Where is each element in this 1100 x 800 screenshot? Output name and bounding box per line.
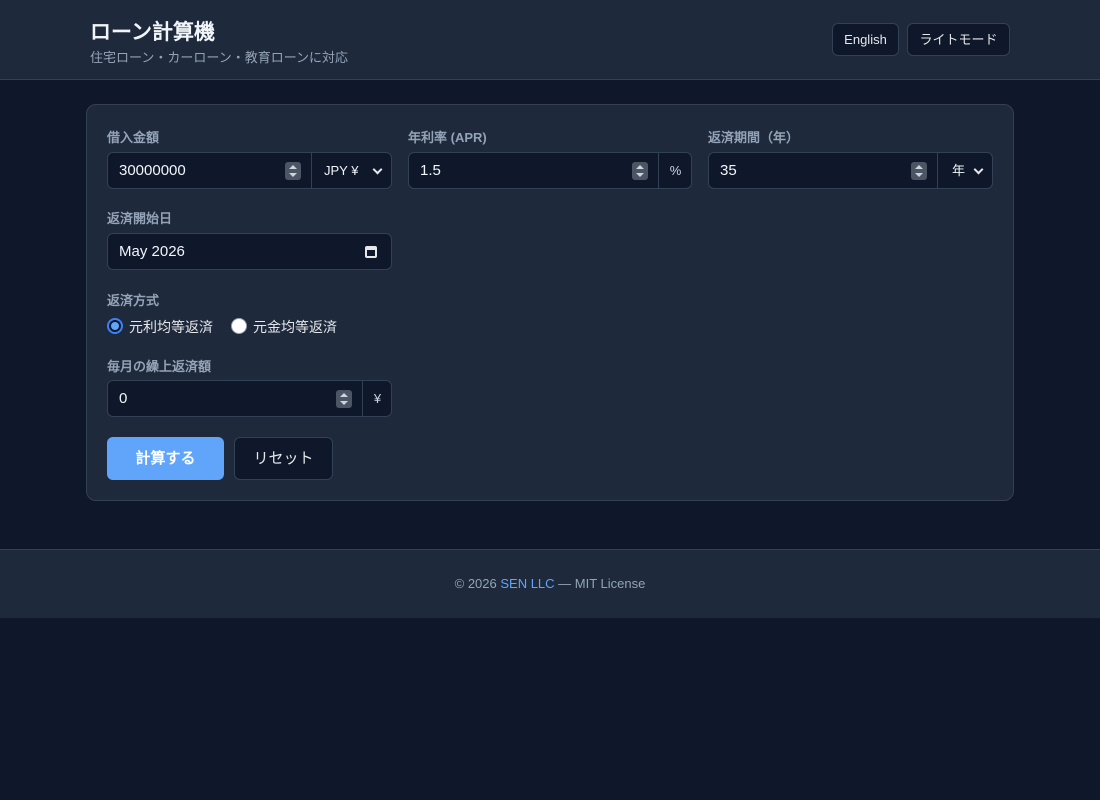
footer-copyright: © 2026 — [454, 576, 501, 591]
footer-company-link[interactable]: SEN LLC — [500, 576, 554, 591]
repayment-method-label: 返済方式 — [107, 293, 160, 308]
chevron-down-icon — [372, 164, 383, 175]
loan-term-input[interactable]: 35 — [720, 153, 737, 188]
start-date-label: 返済開始日 — [107, 211, 173, 226]
interest-rate-group: 1.5 % — [408, 152, 692, 189]
start-date-input[interactable]: May 2026 — [107, 233, 392, 270]
interest-rate-spinner[interactable] — [632, 162, 648, 180]
loan-amount-input[interactable]: 30000000 — [119, 153, 186, 188]
loan-amount-spinner[interactable] — [285, 162, 301, 180]
calculate-button[interactable]: 計算する — [107, 437, 224, 480]
radio-equal-installment[interactable] — [107, 318, 123, 334]
extra-payment-spinner[interactable] — [336, 390, 352, 408]
divider — [937, 153, 938, 188]
extra-payment-input[interactable]: 0 — [119, 381, 127, 416]
extra-payment-label: 毎月の繰上返済額 — [107, 359, 212, 374]
calendar-icon[interactable] — [365, 246, 377, 258]
loan-amount-label: 借入金額 — [107, 130, 160, 145]
calculator-form-card: 借入金額 30000000 JPY ¥ 年利率 (APR) 1.5 % 返済期間… — [86, 104, 1014, 501]
loan-term-spinner[interactable] — [911, 162, 927, 180]
radio-equal-principal-label[interactable]: 元金均等返済 — [253, 317, 337, 337]
radio-equal-installment-label[interactable]: 元利均等返済 — [129, 317, 213, 337]
interest-rate-input[interactable]: 1.5 — [420, 153, 441, 188]
divider — [311, 153, 312, 188]
term-unit-select[interactable]: 年 — [952, 153, 965, 188]
percent-suffix: % — [669, 163, 682, 178]
yen-suffix: ¥ — [373, 391, 382, 406]
app-footer: © 2026 SEN LLC — MIT License — [0, 549, 1100, 618]
language-toggle-button[interactable]: English — [832, 23, 899, 56]
currency-select[interactable]: JPY ¥ — [324, 153, 358, 188]
extra-payment-group: 0 ¥ — [107, 380, 392, 417]
app-subtitle: 住宅ローン・カーローン・教育ローンに対応 — [90, 50, 349, 65]
reset-button[interactable]: リセット — [234, 437, 333, 480]
radio-equal-principal[interactable] — [231, 318, 247, 334]
chevron-down-icon — [973, 164, 984, 175]
footer-license: — MIT License — [554, 576, 646, 591]
app-header: ローン計算機 住宅ローン・カーローン・教育ローンに対応 English ライトモ… — [0, 0, 1100, 80]
interest-rate-label: 年利率 (APR) — [408, 130, 487, 145]
loan-term-group: 35 年 — [708, 152, 993, 189]
start-date-value: May 2026 — [119, 243, 185, 260]
app-title: ローン計算機 — [90, 21, 215, 44]
loan-term-label: 返済期間（年） — [708, 130, 800, 145]
loan-amount-group: 30000000 JPY ¥ — [107, 152, 392, 189]
theme-toggle-button[interactable]: ライトモード — [907, 23, 1010, 56]
